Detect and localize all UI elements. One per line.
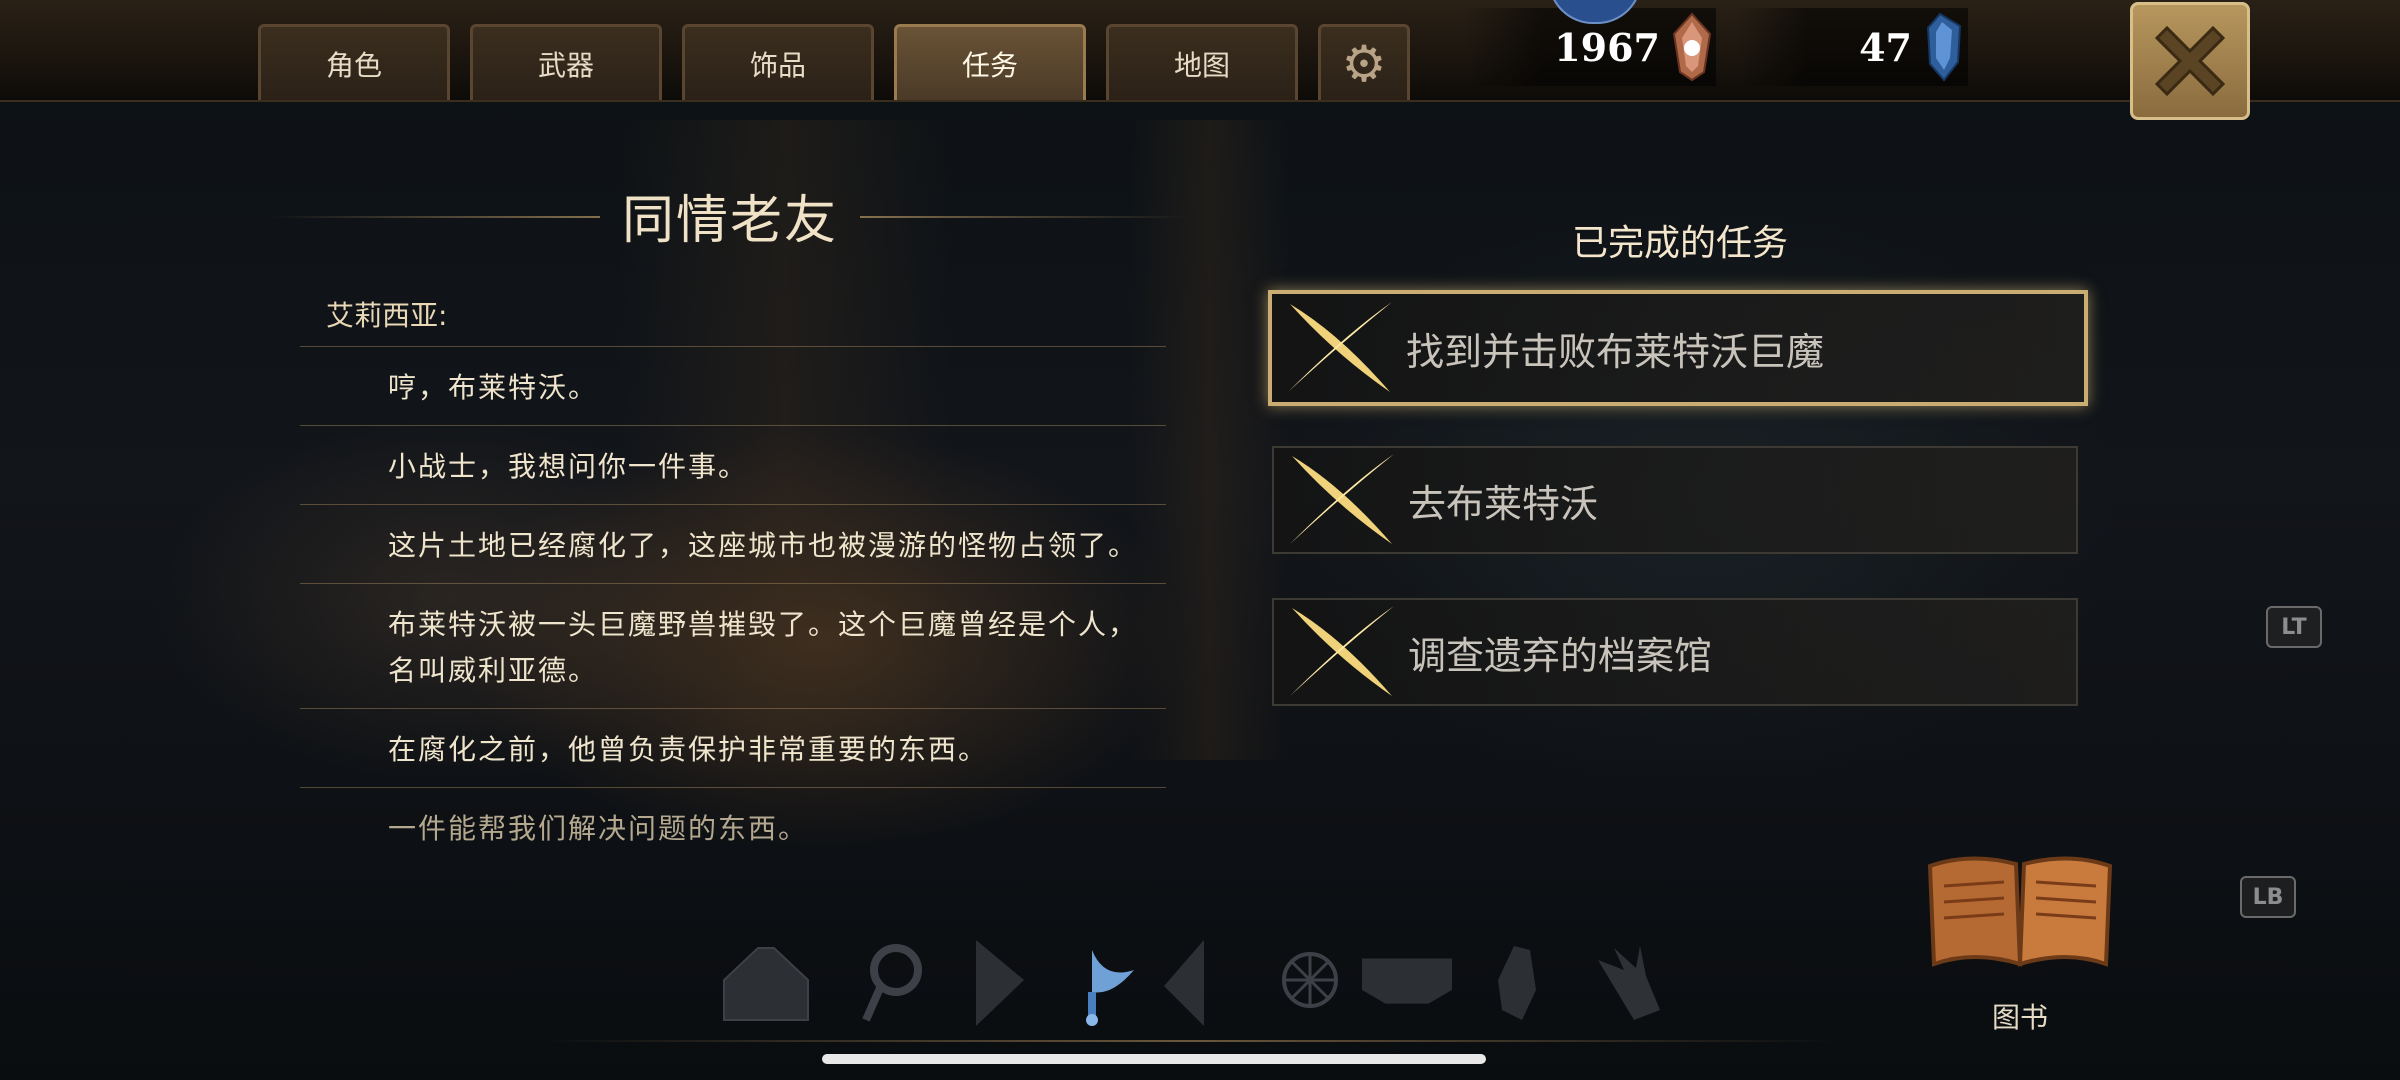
- gem-amount: 47: [1859, 24, 1912, 70]
- lb-button-hint: LB: [2240, 876, 2296, 918]
- dialogue-line: 一件能帮我们解决问题的东西。: [300, 787, 1166, 866]
- completed-quest-item[interactable]: 调查遗弃的档案馆: [1272, 598, 2078, 706]
- quest-complete-x-icon: [1290, 454, 1394, 544]
- book-icon: [1927, 856, 2113, 967]
- cape-slot-icon[interactable]: [968, 940, 1064, 1026]
- dialogue-line: 在腐化之前，他曾负责保护非常重要的东西。: [300, 708, 1166, 787]
- quest-complete-x-icon: [1288, 302, 1392, 392]
- blue-crystal-icon: [1926, 12, 1962, 82]
- amulet-slot-icon[interactable]: [848, 940, 944, 1026]
- lt-button-hint: LT: [2266, 606, 2322, 648]
- tab-quests[interactable]: 任务: [894, 24, 1086, 100]
- settings-button[interactable]: ⚙: [1318, 24, 1410, 100]
- tab-label: 任务: [961, 48, 1018, 82]
- quest-title-row: 同情老友: [270, 178, 1190, 258]
- top-bar: 角色 武器 饰品 任务 地图 ⚙ 1967 47: [0, 0, 2400, 102]
- tab-label: 武器: [537, 48, 594, 82]
- book-label: 图书: [1991, 1001, 2048, 1034]
- quest-complete-x-icon: [1290, 606, 1394, 696]
- quest-label: 调查遗弃的档案馆: [1408, 633, 1713, 678]
- quest-title: 同情老友: [621, 191, 838, 251]
- tab-label: 地图: [1173, 48, 1230, 82]
- web-relic-icon[interactable]: [1262, 940, 1358, 1026]
- claw-relic-icon[interactable]: [1584, 940, 1680, 1026]
- gold-amount: 1967: [1554, 24, 1660, 70]
- book-button[interactable]: [1920, 846, 2120, 976]
- dialogue-line: 布莱特沃被一头巨魔野兽摧毁了。这个巨魔曾经是个人，名叫威利亚德。: [300, 583, 1166, 708]
- gauntlet-slot-icon[interactable]: [1474, 940, 1570, 1026]
- close-icon: [2154, 25, 2226, 97]
- dialogue-line: 小战士，我想问你一件事。: [300, 425, 1166, 504]
- home-indicator[interactable]: [822, 1054, 1486, 1064]
- tab-accessories[interactable]: 饰品: [682, 24, 874, 100]
- tab-map[interactable]: 地图: [1106, 24, 1298, 100]
- tab-weapons[interactable]: 武器: [470, 24, 662, 100]
- tab-label: 角色: [325, 48, 382, 82]
- quest-label: 找到并击败布莱特沃巨魔: [1406, 329, 1825, 374]
- tab-character[interactable]: 角色: [258, 24, 450, 100]
- tab-label: 饰品: [749, 48, 806, 82]
- shield-slot-icon[interactable]: [1160, 940, 1256, 1026]
- completed-quests-title: 已完成的任务: [1571, 223, 1788, 264]
- belt-slot-icon[interactable]: [1360, 940, 1454, 1026]
- gear-icon: ⚙: [1341, 34, 1387, 93]
- helmet-slot-icon[interactable]: [718, 940, 814, 1026]
- bottom-divider: [540, 1040, 1840, 1042]
- completed-quest-item[interactable]: 去布莱特沃: [1272, 446, 2078, 554]
- quest-label: 去布莱特沃: [1408, 481, 1599, 526]
- completed-quest-item[interactable]: 找到并击败布莱特沃巨魔: [1268, 290, 2088, 406]
- dialogue-line: 这片土地已经腐化了，这座城市也被漫游的怪物占领了。: [300, 504, 1166, 583]
- dialogue-list[interactable]: 哼，布莱特沃。 小战士，我想问你一件事。 这片土地已经腐化了，这座城市也被漫游的…: [300, 346, 1166, 866]
- blue-charm-icon[interactable]: [1052, 940, 1148, 1026]
- speaker-name: 艾莉西亚:: [326, 299, 448, 332]
- orange-crystal-icon: [1672, 12, 1712, 82]
- dialogue-line: 哼，布莱特沃。: [300, 346, 1166, 425]
- gem-currency: 47: [1738, 8, 1968, 86]
- close-button[interactable]: [2130, 2, 2250, 120]
